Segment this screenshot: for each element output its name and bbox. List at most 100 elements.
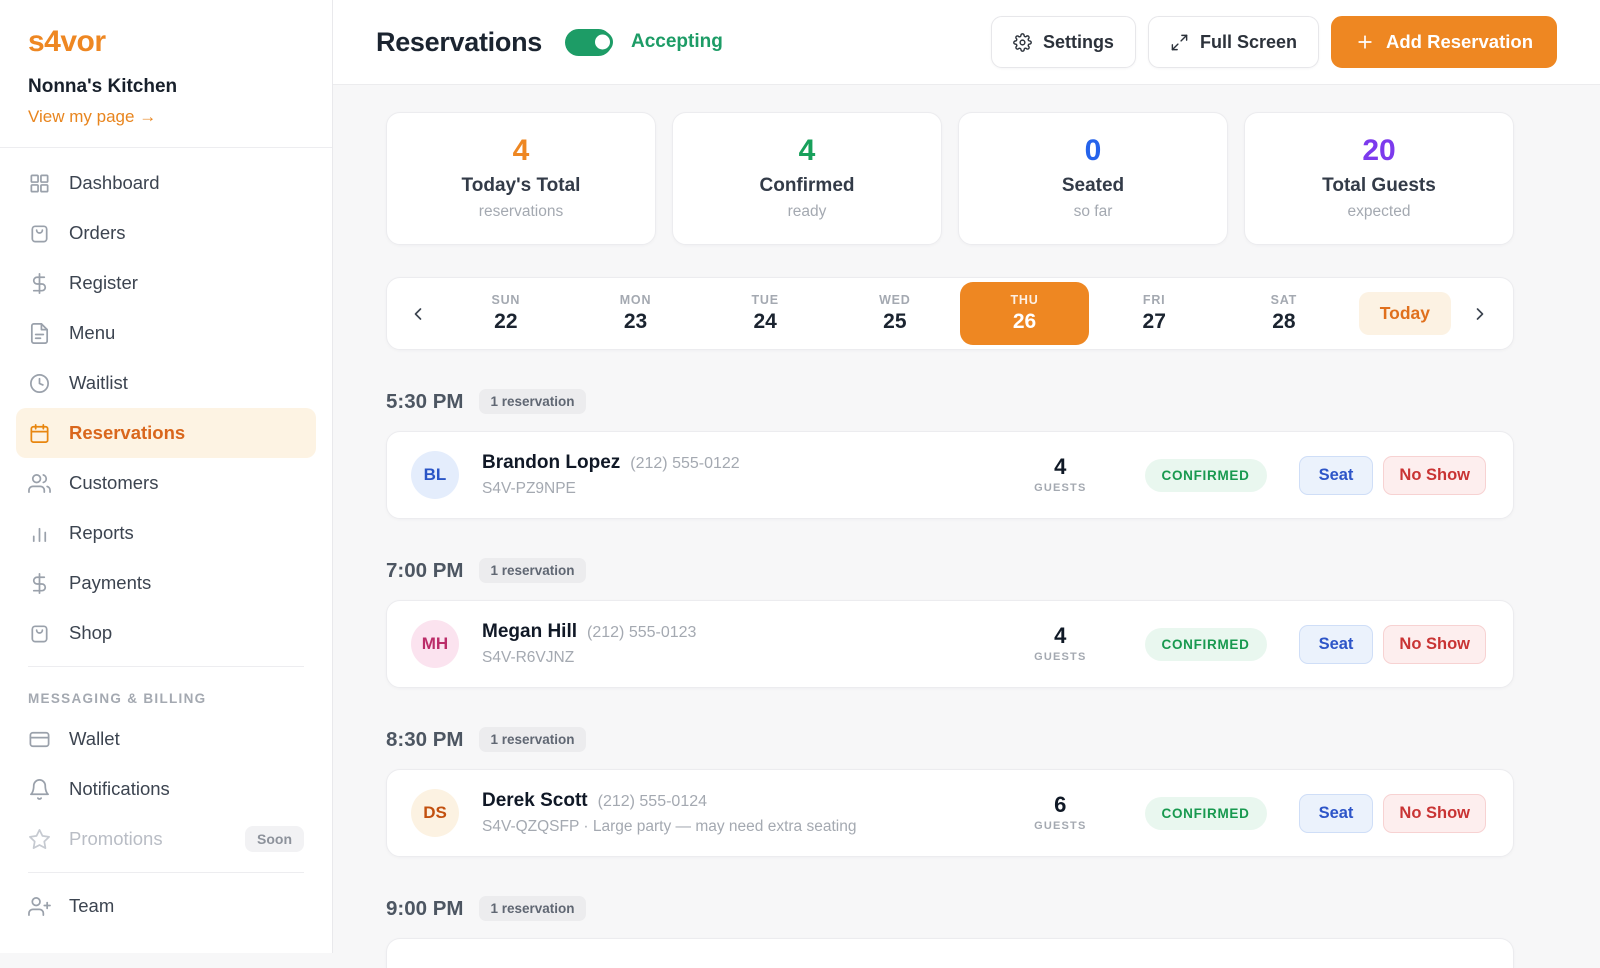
no-show-button[interactable]: No Show [1383, 456, 1486, 495]
sidebar: s4vor Nonna's Kitchen View my page → Das… [0, 0, 333, 953]
reservation-code: S4V-R6VJNZ [482, 649, 696, 667]
day-number: 26 [1013, 310, 1036, 334]
day-cell-sun-22[interactable]: SUN 22 [441, 282, 571, 345]
sidebar-item-orders[interactable]: Orders [0, 208, 332, 258]
document-icon [28, 322, 51, 345]
group-time: 9:00 PM [386, 897, 463, 921]
status-badge: CONFIRMED [1145, 797, 1267, 830]
group-count-badge: 1 reservation [479, 389, 585, 414]
view-my-page-link[interactable]: View my page → [28, 107, 156, 127]
sidebar-item-label: Menu [69, 322, 115, 344]
sidebar-item-label: Waitlist [69, 372, 128, 394]
stat-label: Total Guests [1322, 175, 1436, 197]
sidebar-item-reports[interactable]: Reports [0, 508, 332, 558]
accepting-label: Accepting [631, 31, 723, 53]
day-cell-thu-26-selected[interactable]: THU 26 [960, 282, 1090, 345]
soon-badge: Soon [245, 826, 304, 852]
guest-phone: (212) 555-0123 [587, 624, 696, 642]
content: 4 Today's Total reservations 4 Confirmed… [333, 85, 1600, 968]
reservation-code: S4V-PZ9NPE [482, 480, 740, 498]
stat-value: 4 [799, 136, 816, 166]
seat-button[interactable]: Seat [1299, 456, 1374, 495]
group-count-badge: 1 reservation [479, 558, 585, 583]
credit-card-icon [28, 728, 51, 751]
group-time: 7:00 PM [386, 559, 463, 583]
sidebar-item-waitlist[interactable]: Waitlist [0, 358, 332, 408]
guest-name: Megan Hill [482, 621, 577, 643]
time-group-900pm: 9:00 PM 1 reservation [386, 895, 1514, 968]
prev-week-button[interactable] [401, 297, 435, 331]
app-logo: s4vor [28, 25, 304, 59]
group-count-badge: 1 reservation [479, 896, 585, 921]
sidebar-item-menu[interactable]: Menu [0, 308, 332, 358]
sidebar-divider [28, 666, 304, 667]
sidebar-item-dashboard[interactable]: Dashboard [0, 158, 332, 208]
next-week-button[interactable] [1463, 297, 1497, 331]
shopping-bag-icon [28, 622, 51, 645]
sidebar-item-shop[interactable]: Shop [0, 608, 332, 658]
day-number: 28 [1272, 310, 1295, 334]
day-number: 23 [624, 310, 647, 334]
user-plus-icon [28, 895, 51, 918]
seat-button[interactable]: Seat [1299, 625, 1374, 664]
sidebar-item-promotions[interactable]: Promotions Soon [0, 814, 332, 864]
sidebar-item-label: Customers [69, 472, 158, 494]
stat-label: Confirmed [760, 175, 855, 197]
sidebar-item-label: Payments [69, 572, 151, 594]
day-cell-fri-27[interactable]: FRI 27 [1089, 282, 1219, 345]
guest-count: 4 [1034, 625, 1086, 647]
day-of-week: TUE [751, 293, 778, 307]
group-header: 9:00 PM 1 reservation [386, 895, 1514, 922]
day-of-week: SUN [491, 293, 520, 307]
reservation-card[interactable]: DS Derek Scott (212) 555-0124 S4V-QZQSFP… [386, 769, 1514, 857]
add-reservation-label: Add Reservation [1386, 31, 1533, 53]
clock-icon [28, 372, 51, 395]
users-icon [28, 472, 51, 495]
gear-icon [1013, 33, 1032, 52]
group-time: 8:30 PM [386, 728, 463, 752]
stat-value: 20 [1362, 136, 1395, 166]
sidebar-item-customers[interactable]: Customers [0, 458, 332, 508]
page-title: Reservations [376, 27, 542, 58]
settings-button[interactable]: Settings [991, 16, 1136, 68]
group-time: 5:30 PM [386, 390, 463, 414]
sidebar-item-label: Orders [69, 222, 126, 244]
stat-sublabel: expected [1348, 203, 1411, 221]
reservation-code-and-note: S4V-QZQSFP · Large party — may need extr… [482, 818, 856, 836]
fullscreen-label: Full Screen [1200, 32, 1297, 53]
sidebar-item-label: Dashboard [69, 172, 160, 194]
sidebar-item-register[interactable]: Register [0, 258, 332, 308]
time-group-700pm: 7:00 PM 1 reservation MH Megan Hill (212… [386, 557, 1514, 688]
time-group-830pm: 8:30 PM 1 reservation DS Derek Scott (21… [386, 726, 1514, 857]
fullscreen-button[interactable]: Full Screen [1148, 16, 1319, 68]
accepting-toggle[interactable] [565, 29, 612, 56]
stat-value: 0 [1085, 136, 1102, 166]
settings-label: Settings [1043, 32, 1114, 53]
day-of-week: THU [1010, 293, 1038, 307]
guest-name: Derek Scott [482, 790, 588, 812]
day-of-week: WED [879, 293, 911, 307]
add-reservation-button[interactable]: Add Reservation [1331, 16, 1557, 68]
sidebar-item-payments[interactable]: Payments [0, 558, 332, 608]
stat-value: 4 [513, 136, 530, 166]
today-button[interactable]: Today [1359, 292, 1451, 335]
guest-phone: (212) 555-0124 [598, 793, 707, 811]
reservation-card[interactable]: MH Megan Hill (212) 555-0123 S4V-R6VJNZ … [386, 600, 1514, 688]
sidebar-item-reservations[interactable]: Reservations [16, 408, 316, 458]
day-cell-tue-24[interactable]: TUE 24 [700, 282, 830, 345]
sidebar-item-wallet[interactable]: Wallet [0, 714, 332, 764]
no-show-button[interactable]: No Show [1383, 794, 1486, 833]
day-cell-mon-23[interactable]: MON 23 [571, 282, 701, 345]
seat-button[interactable]: Seat [1299, 794, 1374, 833]
status-badge: CONFIRMED [1145, 459, 1267, 492]
no-show-button[interactable]: No Show [1383, 625, 1486, 664]
stat-sublabel: ready [788, 203, 827, 221]
sidebar-item-notifications[interactable]: Notifications [0, 764, 332, 814]
sidebar-item-team[interactable]: Team [0, 881, 332, 931]
expand-icon [1170, 33, 1189, 52]
day-cell-wed-25[interactable]: WED 25 [830, 282, 960, 345]
stats-row: 4 Today's Total reservations 4 Confirmed… [386, 112, 1514, 245]
reservation-card-partial[interactable] [386, 938, 1514, 968]
reservation-card[interactable]: BL Brandon Lopez (212) 555-0122 S4V-PZ9N… [386, 431, 1514, 519]
day-cell-sat-28[interactable]: SAT 28 [1219, 282, 1349, 345]
